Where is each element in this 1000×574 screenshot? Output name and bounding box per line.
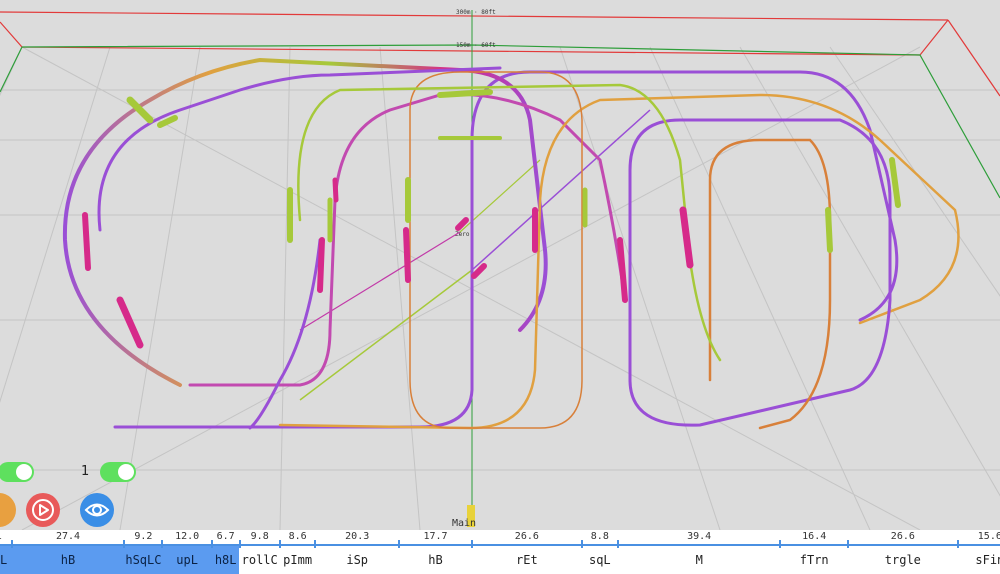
axis-top-label: 300m · 80ft (456, 9, 496, 16)
segment-duration: 17.7 (423, 531, 448, 542)
segment-duration: 39.4 (687, 531, 712, 542)
segment-duration: 8.6 (288, 531, 307, 542)
segment-iSp[interactable]: iSp (315, 546, 399, 574)
segment-pImm[interactable]: pImm (280, 546, 315, 574)
segment-divider (779, 540, 782, 548)
segment-divider (238, 540, 241, 548)
segment-rEt[interactable]: rEt (472, 546, 582, 574)
segment-duration: 20.3 (345, 531, 370, 542)
segment-divider (956, 540, 959, 548)
segment-divider (123, 540, 126, 548)
3d-viewport[interactable]: 300m · 80ft 150m · 60ft Zero Main (0, 0, 1000, 530)
segment-divider (847, 540, 850, 548)
segment-fTrn[interactable]: fTrn (780, 546, 848, 574)
segment-rollC[interactable]: rollC (240, 546, 280, 574)
toggle-knob (16, 464, 32, 480)
segment-duration: 16.4 (802, 531, 827, 542)
segment-hB[interactable]: hB (11, 546, 125, 574)
segment-divider (580, 540, 583, 548)
segment-sqL[interactable]: sqL (582, 546, 618, 574)
play-circle-icon (32, 499, 54, 521)
center-label: Zero (455, 231, 470, 238)
axis-mid-label: 150m · 60ft (456, 42, 496, 49)
segment-duration: 12.0 (175, 531, 200, 542)
segment-h8L[interactable]: h8L (211, 546, 240, 574)
eye-icon (84, 503, 110, 517)
origin-label: Main (452, 518, 476, 529)
segment-duration: 15.6 (977, 531, 1000, 542)
restart-button[interactable] (26, 493, 60, 527)
segment-divider (161, 540, 164, 548)
segment-duration: 26.6 (890, 531, 915, 542)
segment-duration: 6.7 (216, 531, 235, 542)
segment-duration: 9.2 (134, 531, 153, 542)
segment-divider (10, 540, 13, 548)
segment-divider (616, 540, 619, 548)
ribbon-twists (82, 89, 901, 349)
maneuver-timeline[interactable]: 9.127.49.212.06.79.88.620.317.726.68.839… (0, 530, 1000, 574)
view-button[interactable] (80, 493, 114, 527)
segment-divider (471, 540, 474, 548)
segment-hSqLC[interactable]: hSqLC (124, 546, 163, 574)
play-icon (0, 493, 16, 527)
toggle-knob (118, 464, 134, 480)
segment-M[interactable]: M (618, 546, 780, 574)
flight-ribbons (62, 57, 960, 430)
outer-boundary (0, 19, 949, 56)
segment-values: 9.127.49.212.06.79.88.620.317.726.68.839… (0, 530, 1000, 544)
segment-names: hSqLhBhSqLCupLh8LrollCpImmiSphBrEtsqLMfT… (0, 546, 1000, 574)
play-button[interactable] (0, 493, 16, 527)
segment-duration: 9.8 (250, 531, 269, 542)
segment-divider (398, 540, 401, 548)
segment-sFin[interactable]: sFin (958, 546, 1000, 574)
segment-trgle[interactable]: trgle (848, 546, 958, 574)
segment-hSqL[interactable]: hSqL (0, 546, 12, 574)
right-toggle-switch[interactable] (100, 462, 136, 482)
segment-duration: 27.4 (55, 531, 81, 542)
segment-divider (210, 540, 213, 548)
segment-duration: 8.8 (590, 531, 609, 542)
segment-divider (278, 540, 281, 548)
segment-divider (314, 540, 317, 548)
segment-hB[interactable]: hB (399, 546, 472, 574)
segment-upL[interactable]: upL (162, 546, 212, 574)
flight-path-scene: 300m · 80ft 150m · 60ft Zero Main (0, 9, 1000, 530)
toggle-label: 1 (81, 464, 90, 479)
left-toggle-switch[interactable] (0, 462, 34, 482)
segment-duration: 26.6 (514, 531, 539, 542)
